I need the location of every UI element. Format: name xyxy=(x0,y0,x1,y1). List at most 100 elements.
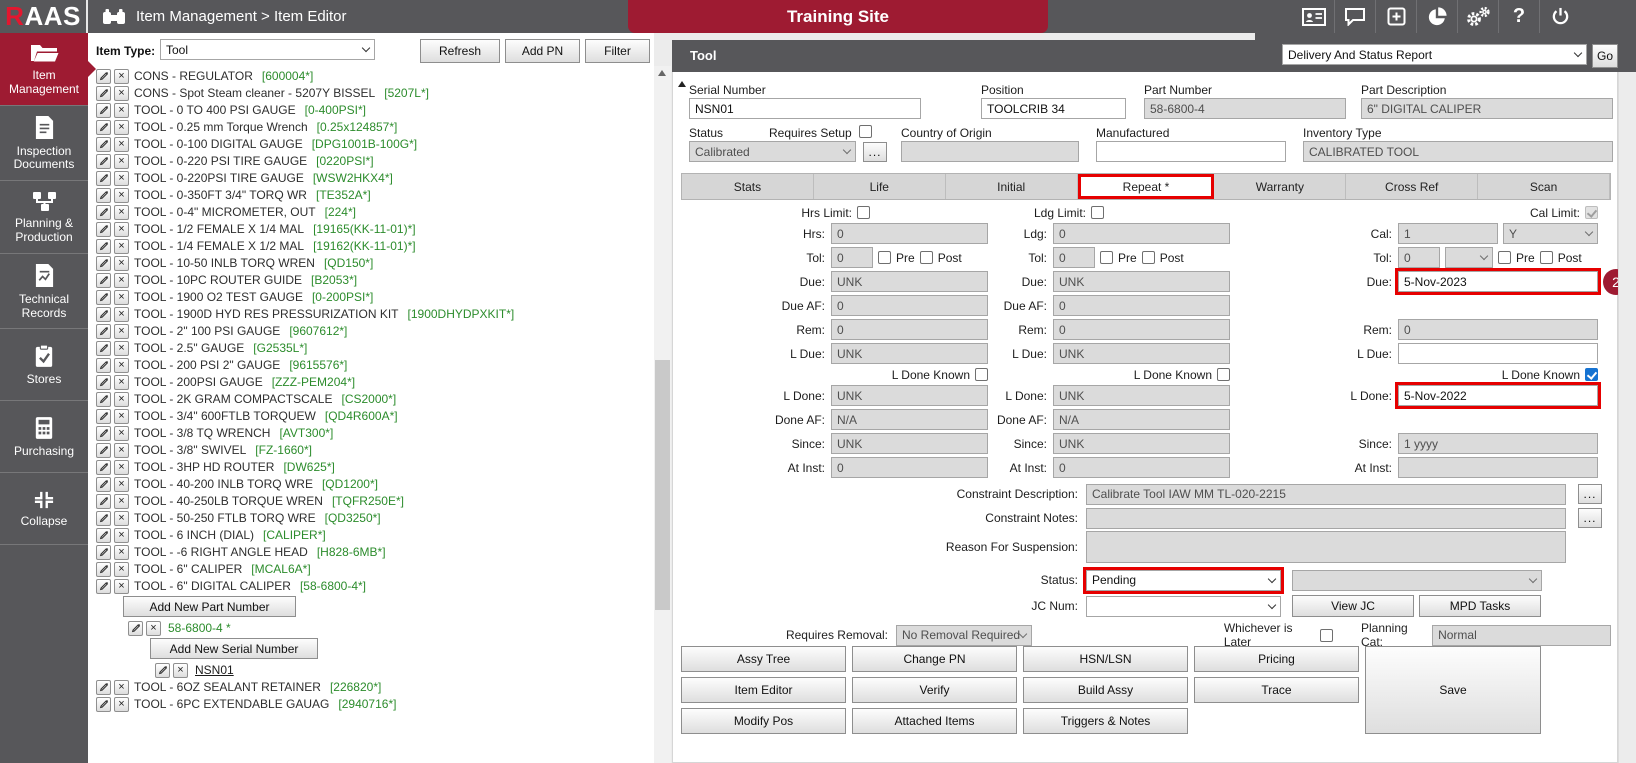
reports-pie-icon[interactable] xyxy=(1416,0,1457,33)
list-item[interactable]: × TOOL - 40-250LB TORQUE WREN [TQFR250E*… xyxy=(96,493,654,509)
edit-item-button[interactable] xyxy=(96,579,111,594)
add-new-part-number-button[interactable]: Add New Part Number xyxy=(123,596,296,617)
delete-item-button[interactable]: × xyxy=(114,375,129,390)
delete-item-button[interactable]: × xyxy=(114,443,129,458)
list-item[interactable]: × TOOL - 6 INCH (DIAL) [CALIPER*] xyxy=(96,527,654,543)
contact-card-icon[interactable] xyxy=(1293,0,1334,33)
add-pn-button[interactable]: Add PN xyxy=(505,39,580,63)
manufactured-input[interactable] xyxy=(1096,141,1286,162)
panel-collapse-arrow-icon[interactable] xyxy=(678,81,686,87)
item-type-select[interactable]: Tool xyxy=(160,39,375,60)
list-item[interactable]: × TOOL - 1900 O2 TEST GAUGE [0-200PSI*] xyxy=(96,289,654,305)
add-window-icon[interactable] xyxy=(1375,0,1416,33)
scroll-up-arrow-icon[interactable] xyxy=(658,70,666,76)
list-item[interactable]: × TOOL - 1/2 FEMALE X 1/4 MAL [19165(KK-… xyxy=(96,221,654,237)
tol-ldg-pre-checkbox[interactable] xyxy=(1100,251,1113,264)
attached-items-button[interactable]: Attached Items xyxy=(852,708,1017,734)
edit-item-button[interactable] xyxy=(96,188,111,203)
sidebar-item-purchasing[interactable]: Purchasing xyxy=(0,401,88,473)
sidebar-item-inspection-documents[interactable]: Inspection Documents xyxy=(0,106,88,182)
item-editor-button[interactable]: Item Editor xyxy=(681,677,846,703)
edit-item-button[interactable] xyxy=(96,205,111,220)
power-icon[interactable] xyxy=(1539,0,1580,33)
list-item[interactable]: × TOOL - 6PC EXTENDABLE GAUAG [2940716*] xyxy=(96,696,654,712)
trace-button[interactable]: Trace xyxy=(1194,677,1359,703)
delete-item-button[interactable]: × xyxy=(114,137,129,152)
list-item[interactable]: × TOOL - 200PSI GAUGE [ZZZ-PEM204*] xyxy=(96,374,654,390)
list-item[interactable]: × TOOL - 3HP HD ROUTER [DW625*] xyxy=(96,459,654,475)
list-item[interactable]: × TOOL - 10-50 INLB TORQ WREN [QD150*] xyxy=(96,255,654,271)
l-done-known-ldg-checkbox[interactable] xyxy=(1217,368,1230,381)
add-new-serial-number-button[interactable]: Add New Serial Number xyxy=(150,638,318,659)
sidebar-item-item-management[interactable]: Item Management xyxy=(0,33,88,106)
selected-serial-link[interactable]: NSN01 xyxy=(195,663,234,677)
tab[interactable]: Initial xyxy=(946,174,1078,199)
edit-item-button[interactable] xyxy=(96,494,111,509)
edit-item-button[interactable] xyxy=(96,460,111,475)
delete-item-button[interactable]: × xyxy=(114,562,129,577)
sidebar-item-stores[interactable]: Stores xyxy=(0,329,88,401)
delete-item-button[interactable]: × xyxy=(114,324,129,339)
list-item[interactable]: × TOOL - 0.25 mm Torque Wrench [0.25x124… xyxy=(96,119,654,135)
delete-item-button[interactable]: × xyxy=(114,680,129,695)
edit-item-button[interactable] xyxy=(96,239,111,254)
delete-item-button[interactable]: × xyxy=(114,528,129,543)
list-item[interactable]: × TOOL - -6 RIGHT ANGLE HEAD [H828-6MB*] xyxy=(96,544,654,560)
delete-item-button[interactable]: × xyxy=(114,273,129,288)
delete-item-button[interactable]: × xyxy=(114,477,129,492)
edit-item-button[interactable] xyxy=(96,545,111,560)
refresh-button[interactable]: Refresh xyxy=(420,39,500,63)
edit-item-button[interactable] xyxy=(96,222,111,237)
edit-item-button[interactable] xyxy=(96,171,111,186)
l-done-known-hrs-checkbox[interactable] xyxy=(975,368,988,381)
tab[interactable]: Warranty xyxy=(1214,174,1346,199)
list-item[interactable]: × TOOL - 3/4" 600FTLB TORQUEW [QD4R600A*… xyxy=(96,408,654,424)
view-jc-button[interactable]: View JC xyxy=(1292,595,1414,617)
edit-item-button[interactable] xyxy=(96,392,111,407)
list-item[interactable]: × TOOL - 0-100 DIGITAL GAUGE [DPG1001B-1… xyxy=(96,136,654,152)
mpd-tasks-button[interactable]: MPD Tasks xyxy=(1419,595,1541,617)
delete-item-button[interactable]: × xyxy=(114,120,129,135)
delete-item-button[interactable]: × xyxy=(114,103,129,118)
delete-item-button[interactable]: × xyxy=(114,579,129,594)
delete-item-button[interactable]: × xyxy=(114,290,129,305)
list-item[interactable]: × TOOL - 10PC ROUTER GUIDE [B2053*] xyxy=(96,272,654,288)
delete-item-button[interactable]: × xyxy=(114,392,129,407)
delete-item-button[interactable]: × xyxy=(114,86,129,101)
status-more-button[interactable]: ... xyxy=(863,142,887,162)
edit-item-button[interactable] xyxy=(96,290,111,305)
selected-serial-row[interactable]: × NSN01 xyxy=(155,662,654,678)
list-item[interactable]: × CONS - REGULATOR [600004*] xyxy=(96,68,654,84)
list-item[interactable]: × TOOL - 0-4" MICROMETER, OUT [224*] xyxy=(96,204,654,220)
edit-item-button[interactable] xyxy=(96,120,111,135)
assy-tree-button[interactable]: Assy Tree xyxy=(681,646,846,672)
tol-ldg-post-checkbox[interactable] xyxy=(1142,251,1155,264)
tab[interactable]: Scan xyxy=(1478,174,1610,199)
edit-item-button[interactable] xyxy=(96,528,111,543)
due-cal-input[interactable]: 5-Nov-2023 xyxy=(1398,271,1598,292)
delete-item-button[interactable]: × xyxy=(114,426,129,441)
list-item[interactable]: × TOOL - 1/4 FEMALE X 1/2 MAL [19162(KK-… xyxy=(96,238,654,254)
l-done-cal-input[interactable]: 5-Nov-2022 xyxy=(1398,385,1598,406)
help-icon[interactable]: ? xyxy=(1498,0,1539,33)
delete-item-button[interactable]: × xyxy=(114,697,129,712)
jc-num-select[interactable] xyxy=(1086,596,1281,617)
edit-item-button[interactable] xyxy=(96,511,111,526)
edit-item-button[interactable] xyxy=(96,358,111,373)
delete-item-button[interactable]: × xyxy=(114,154,129,169)
save-button[interactable]: Save xyxy=(1365,646,1541,734)
list-item[interactable]: × TOOL - 40-200 INLB TORQ WRE [QD1200*] xyxy=(96,476,654,492)
edit-item-button[interactable] xyxy=(96,697,111,712)
list-item[interactable]: × CONS - Spot Steam cleaner - 5207Y BISS… xyxy=(96,85,654,101)
edit-item-button[interactable] xyxy=(96,154,111,169)
list-item[interactable]: × TOOL - 0-350FT 3/4" TORQ WR [TE352A*] xyxy=(96,187,654,203)
tol-cal-pre-checkbox[interactable] xyxy=(1498,251,1511,264)
scrollbar-thumb[interactable] xyxy=(655,360,670,610)
requires-setup-checkbox[interactable] xyxy=(859,125,872,138)
edit-part-button[interactable] xyxy=(128,621,143,636)
ldg-limit-checkbox[interactable] xyxy=(1091,206,1104,219)
list-item[interactable]: × TOOL - 6" DIGITAL CALIPER [58-6800-4*] xyxy=(96,578,654,594)
edit-item-button[interactable] xyxy=(96,477,111,492)
edit-item-button[interactable] xyxy=(96,426,111,441)
serial-number-input[interactable]: NSN01 xyxy=(689,98,921,119)
